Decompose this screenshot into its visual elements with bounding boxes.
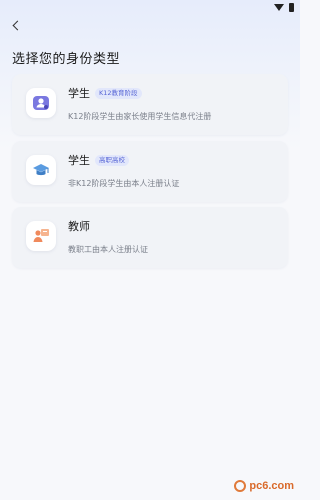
- card-description: 非K12阶段学生由本人注册认证: [68, 179, 180, 188]
- chevron-left-icon: [12, 20, 23, 30]
- back-button[interactable]: [4, 13, 28, 37]
- status-bar: [274, 2, 294, 12]
- battery-icon: [289, 2, 294, 12]
- watermark: pc6.com: [234, 480, 294, 492]
- identity-card-k12-student[interactable]: 学生 K12教育阶段 K12阶段学生由家长使用学生信息代注册: [12, 74, 288, 135]
- card-description: K12阶段学生由家长使用学生信息代注册: [68, 112, 212, 121]
- student-user-icon: [26, 88, 56, 118]
- card-description: 教职工由本人注册认证: [68, 245, 148, 254]
- identity-card-teacher[interactable]: 教师 教职工由本人注册认证: [12, 207, 288, 268]
- watermark-logo-icon: [234, 480, 247, 492]
- card-tag: K12教育阶段: [95, 87, 142, 99]
- teacher-icon: [26, 221, 56, 251]
- graduation-cap-icon: [26, 155, 56, 185]
- card-title: 教师: [68, 220, 90, 233]
- card-title: 学生: [68, 154, 90, 167]
- identity-card-college-student[interactable]: 学生 高职高校 非K12阶段学生由本人注册认证: [12, 141, 288, 202]
- wifi-icon: [274, 3, 284, 11]
- card-title: 学生: [68, 87, 90, 100]
- watermark-text: pc6.com: [249, 480, 294, 492]
- card-tag: 高职高校: [95, 154, 129, 166]
- page-title: 选择您的身份类型: [12, 52, 121, 67]
